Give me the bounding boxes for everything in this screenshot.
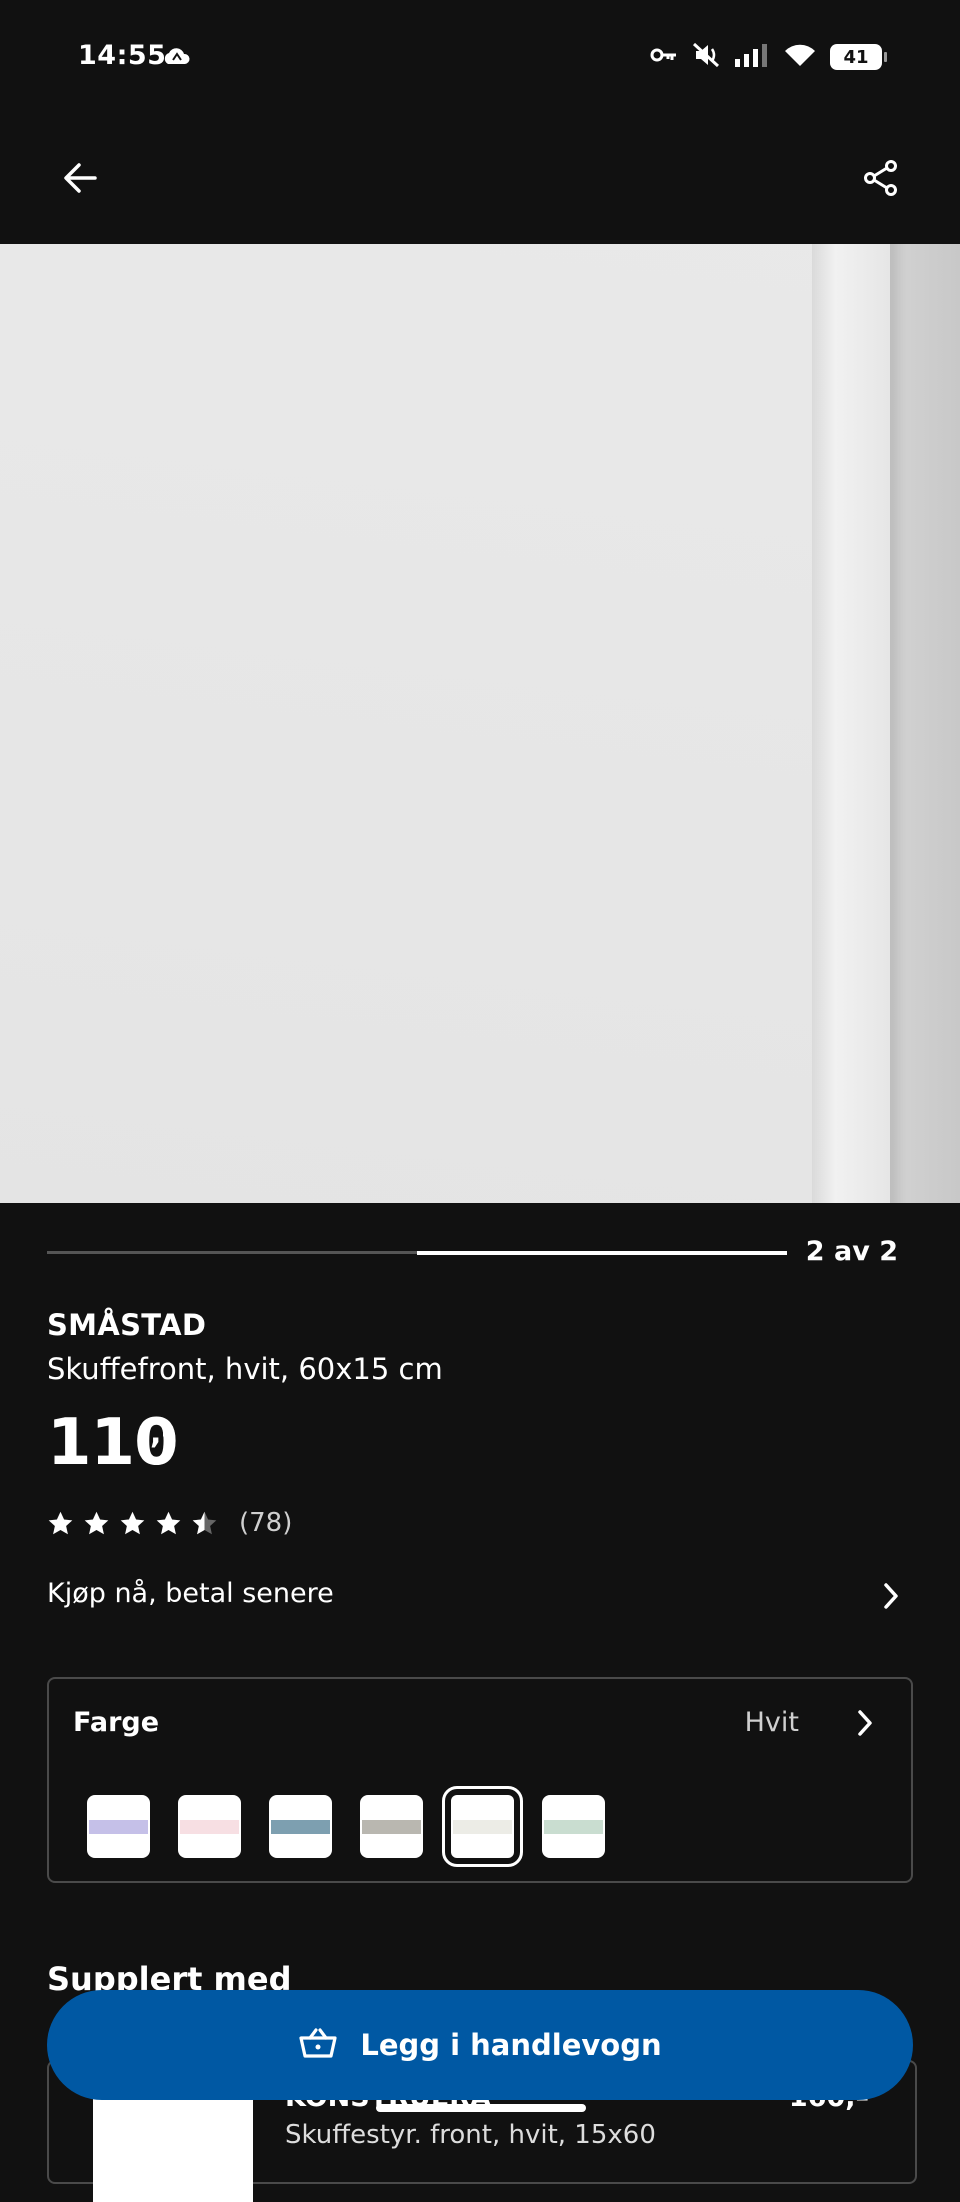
color-swatch-green[interactable] — [542, 1795, 605, 1858]
star-icon — [48, 1511, 73, 1534]
page-indicator: 2 av 2 — [805, 1236, 898, 1267]
star-icon — [156, 1511, 181, 1534]
share-icon — [863, 160, 899, 200]
drawer-front-image — [0, 244, 890, 1203]
color-selector[interactable]: Farge Hvit — [47, 1677, 913, 1883]
mute-icon — [692, 42, 720, 72]
share-button[interactable] — [845, 144, 917, 216]
color-swatch-grey[interactable] — [360, 1795, 423, 1858]
product-description: Skuffefront, hvit, 60x15 cm — [47, 1352, 443, 1386]
half-star-icon — [192, 1511, 217, 1534]
top-app-bar — [0, 120, 960, 244]
color-swatch-white-selected[interactable] — [442, 1786, 523, 1867]
battery-icon: 41 — [830, 44, 887, 70]
supplement-description: Skuffestyr. front, hvit, 15x60 — [285, 2120, 656, 2150]
buy-now-pay-later-row[interactable]: Kjøp nå, betal senere — [47, 1578, 913, 1618]
supplement-thumbnail — [93, 2082, 253, 2202]
color-swatch-blue[interactable] — [269, 1795, 332, 1858]
image-wall — [880, 244, 960, 1203]
color-selected-value: Hvit — [744, 1707, 799, 1738]
color-label: Farge — [73, 1707, 160, 1738]
gallery-progress — [47, 1250, 787, 1255]
color-swatch-lilac[interactable] — [87, 1795, 150, 1858]
chevron-right-icon — [855, 1709, 875, 1741]
cloud-icon — [162, 46, 192, 70]
status-time: 14:55 — [78, 40, 167, 71]
star-icon — [120, 1511, 145, 1534]
product-name: SMÅSTAD — [47, 1308, 207, 1342]
price-suffix: ,– — [150, 1416, 177, 1451]
buy-now-pay-later-label: Kjøp nå, betal senere — [47, 1578, 334, 1609]
color-swatches — [87, 1786, 605, 1867]
arrow-left-icon — [63, 162, 97, 198]
rating[interactable]: (78) — [47, 1508, 292, 1538]
wifi-icon — [784, 43, 816, 71]
status-icons: 41 — [650, 42, 887, 72]
home-indicator[interactable] — [376, 2104, 586, 2112]
key-icon — [650, 46, 678, 68]
signal-icon — [734, 43, 770, 71]
product-image[interactable] — [0, 244, 960, 1203]
rating-count: (78) — [239, 1508, 293, 1538]
chevron-right-icon — [881, 1582, 901, 1614]
color-swatch-pink[interactable] — [178, 1795, 241, 1858]
star-icon — [84, 1511, 109, 1534]
back-button[interactable] — [44, 144, 116, 216]
basket-icon — [298, 2027, 338, 2063]
add-to-cart-button[interactable]: Legg i handlevogn — [47, 1990, 913, 2100]
status-bar: 14:55 41 — [0, 0, 960, 120]
add-to-cart-label: Legg i handlevogn — [360, 2028, 662, 2062]
gallery-progress-fill — [417, 1250, 787, 1255]
